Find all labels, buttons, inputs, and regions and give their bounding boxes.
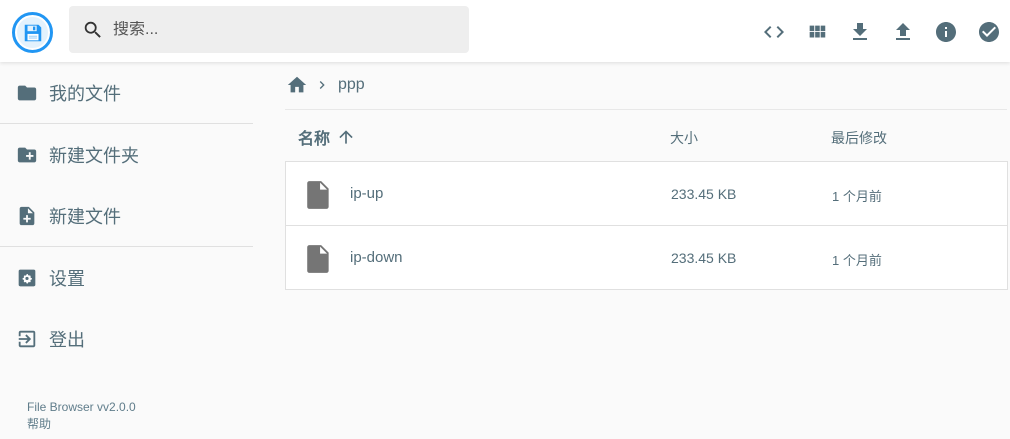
sidebar-item-label: 新建文件夹 xyxy=(49,145,139,166)
new-file-icon xyxy=(16,205,38,227)
arrow-up-icon xyxy=(336,127,356,147)
file-name: ip-down xyxy=(350,249,403,266)
sidebar-item-label: 登出 xyxy=(49,329,85,350)
file-name: ip-up xyxy=(350,185,384,202)
folder-icon xyxy=(16,82,38,104)
file-modified: 1 个月前 xyxy=(832,189,882,204)
file-size: 233.45 KB xyxy=(671,250,737,266)
check-circle-icon[interactable] xyxy=(967,10,1010,53)
column-header-modified[interactable]: 最后修改 xyxy=(831,128,887,148)
sidebar-item-label: 设置 xyxy=(49,268,85,289)
sidebar-item-new-folder[interactable]: 新建文件夹 xyxy=(0,124,253,185)
home-icon[interactable] xyxy=(286,74,308,96)
sidebar: 我的文件 新建文件夹 新建文件 设置 登出 File Browser vv2.0… xyxy=(0,62,253,439)
sidebar-item-my-files[interactable]: 我的文件 xyxy=(0,62,253,123)
floppy-disk-icon xyxy=(17,17,48,48)
info-icon[interactable] xyxy=(924,10,967,53)
file-modified: 1 个月前 xyxy=(832,253,882,268)
sidebar-item-label: 我的文件 xyxy=(49,83,121,104)
search-bar[interactable] xyxy=(69,6,469,53)
column-header-name[interactable]: 名称 xyxy=(298,125,356,149)
file-icon xyxy=(306,244,332,274)
download-icon[interactable] xyxy=(838,10,881,53)
sidebar-item-label: 新建文件 xyxy=(49,206,121,227)
search-input[interactable] xyxy=(113,20,453,39)
new-folder-icon xyxy=(16,144,38,166)
column-name-label: 名称 xyxy=(298,131,331,148)
settings-icon xyxy=(16,267,38,289)
upload-icon[interactable] xyxy=(881,10,924,53)
search-icon xyxy=(81,18,105,42)
sidebar-item-new-file[interactable]: 新建文件 xyxy=(0,185,253,246)
chevron-right-icon xyxy=(314,77,330,93)
header-actions xyxy=(752,10,1010,53)
sidebar-item-logout[interactable]: 登出 xyxy=(0,308,253,369)
file-browser-logo[interactable] xyxy=(12,12,53,53)
file-icon xyxy=(306,180,332,210)
grid-view-icon[interactable] xyxy=(795,10,838,53)
file-row[interactable]: ip-up 233.45 KB 1 个月前 xyxy=(285,161,1008,226)
column-header-size[interactable]: 大小 xyxy=(670,128,698,148)
sidebar-footer: File Browser vv2.0.0 帮助 xyxy=(27,399,136,433)
breadcrumb: ppp xyxy=(286,72,365,98)
help-link[interactable]: 帮助 xyxy=(27,416,136,433)
logout-icon xyxy=(16,328,38,350)
sidebar-item-settings[interactable]: 设置 xyxy=(0,247,253,308)
file-size: 233.45 KB xyxy=(671,186,737,202)
version-text: File Browser vv2.0.0 xyxy=(27,400,136,414)
breadcrumb-current[interactable]: ppp xyxy=(338,76,365,94)
file-list: ip-up 233.45 KB 1 个月前 ip-down 233.45 KB … xyxy=(285,161,1008,290)
top-bar xyxy=(0,0,1010,62)
code-icon[interactable] xyxy=(752,10,795,53)
file-row[interactable]: ip-down 233.45 KB 1 个月前 xyxy=(285,225,1008,290)
file-list-header: 名称 大小 最后修改 xyxy=(285,109,1007,161)
